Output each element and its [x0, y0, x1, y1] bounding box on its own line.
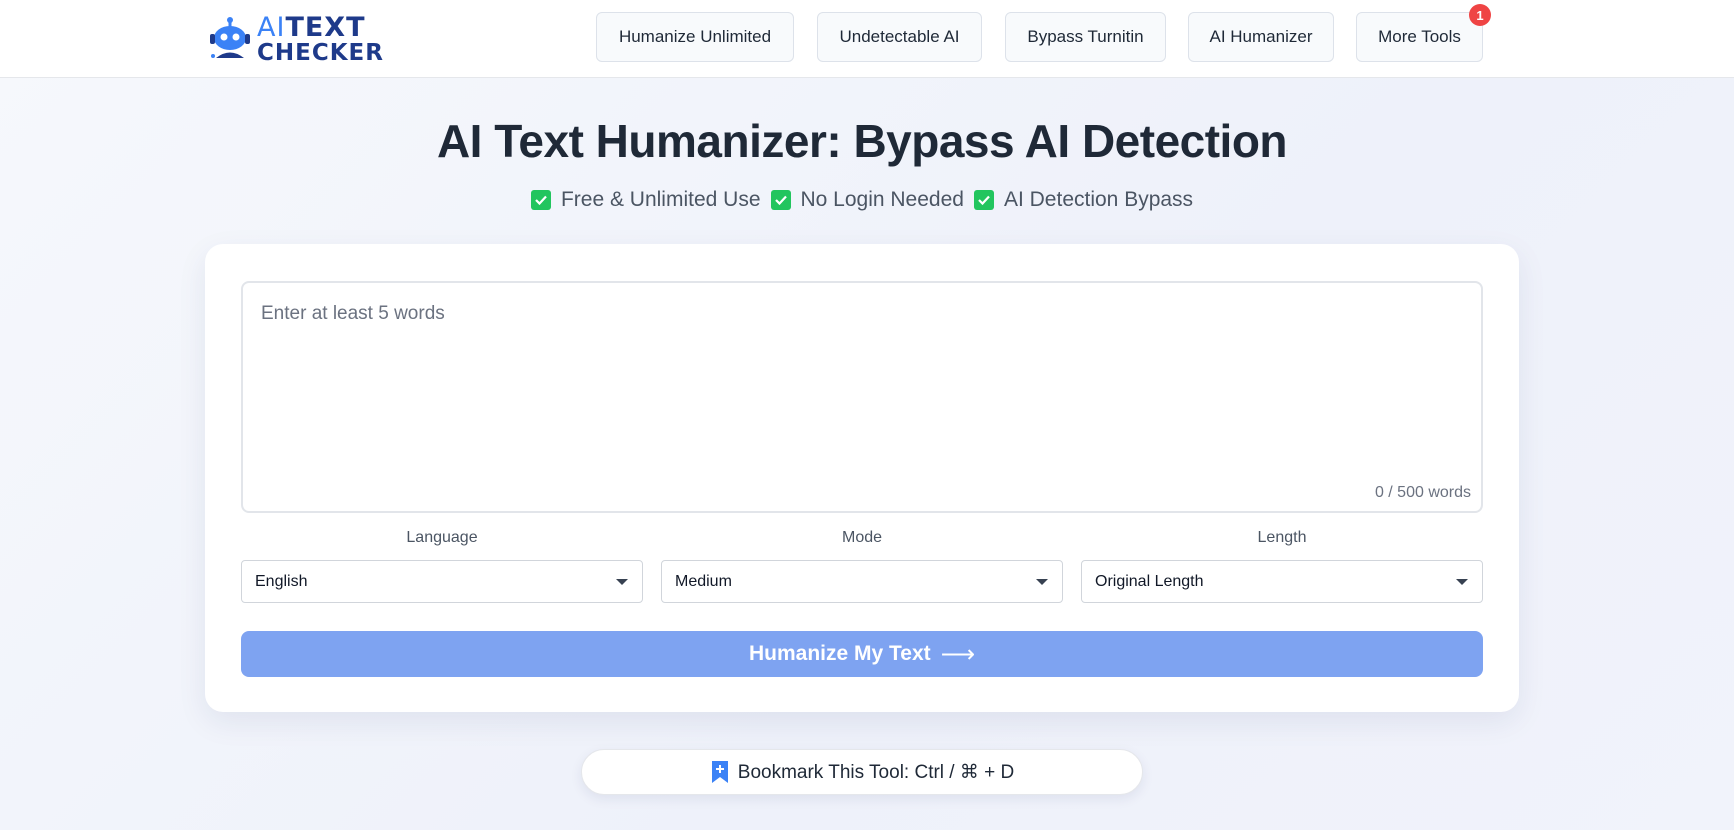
chevron-down-icon [1036, 579, 1048, 585]
text-input[interactable] [243, 283, 1481, 511]
logo-text-primary: TEXT [285, 11, 366, 43]
notification-badge: 1 [1469, 4, 1491, 26]
nav-more-tools[interactable]: More Tools 1 [1356, 4, 1491, 62]
humanizer-card: 0 / 500 words Language Mode Length Engli… [205, 244, 1519, 712]
nav-humanize-unlimited[interactable]: Humanize Unlimited [596, 12, 794, 62]
feature-label: AI Detection Bypass [1003, 188, 1194, 211]
feature-label: No Login Needed [800, 188, 964, 211]
language-label: Language [406, 529, 478, 546]
nav-ai-humanizer[interactable]: AI Humanizer [1188, 12, 1334, 62]
nav-more-tools-label: More Tools [1378, 27, 1461, 46]
check-icon [530, 190, 551, 210]
page-title: AI Text Humanizer: Bypass AI Detection [436, 115, 1288, 167]
arrow-right-icon: ⟶ [940, 640, 976, 668]
check-icon [770, 190, 791, 210]
site-logo[interactable]: AITEXT CHECKER [205, 12, 405, 66]
humanize-button[interactable]: Humanize My Text ⟶ [241, 631, 1483, 677]
robot-icon [210, 17, 250, 58]
logo-text-accent: AI [257, 11, 286, 43]
text-input-container: 0 / 500 words [241, 281, 1483, 513]
feature-item: No Login Needed [770, 188, 964, 212]
word-counter: 0 / 500 words [1374, 484, 1471, 501]
length-select[interactable]: Original Length [1081, 560, 1483, 603]
language-select-value: English [255, 572, 308, 590]
feature-list: Free & Unlimited Use No Login Needed AI … [0, 188, 1724, 212]
nav-undetectable-ai[interactable]: Undetectable AI [817, 12, 982, 62]
length-select-value: Original Length [1095, 572, 1204, 590]
bookmark-banner[interactable]: Bookmark This Tool: Ctrl / ⌘ + D [581, 749, 1143, 795]
language-select[interactable]: English [241, 560, 643, 603]
length-label: Length [1257, 529, 1307, 546]
chevron-down-icon [616, 579, 628, 585]
feature-item: AI Detection Bypass [973, 188, 1194, 212]
check-icon [973, 190, 994, 210]
site-header: AITEXT CHECKER Humanize Unlimited Undete… [0, 0, 1734, 78]
bookmark-text: Bookmark This Tool: Ctrl / ⌘ + D [737, 761, 1015, 783]
feature-label: Free & Unlimited Use [560, 188, 761, 211]
bookmark-icon [710, 760, 730, 784]
mode-select-value: Medium [675, 572, 732, 590]
mode-select[interactable]: Medium [661, 560, 1063, 603]
logo-text-secondary: CHECKER [257, 39, 384, 66]
mode-label: Mode [841, 529, 883, 546]
humanize-button-label: Humanize My Text [748, 642, 931, 665]
feature-item: Free & Unlimited Use [530, 188, 761, 212]
chevron-down-icon [1456, 579, 1468, 585]
nav-bypass-turnitin[interactable]: Bypass Turnitin [1005, 12, 1166, 62]
